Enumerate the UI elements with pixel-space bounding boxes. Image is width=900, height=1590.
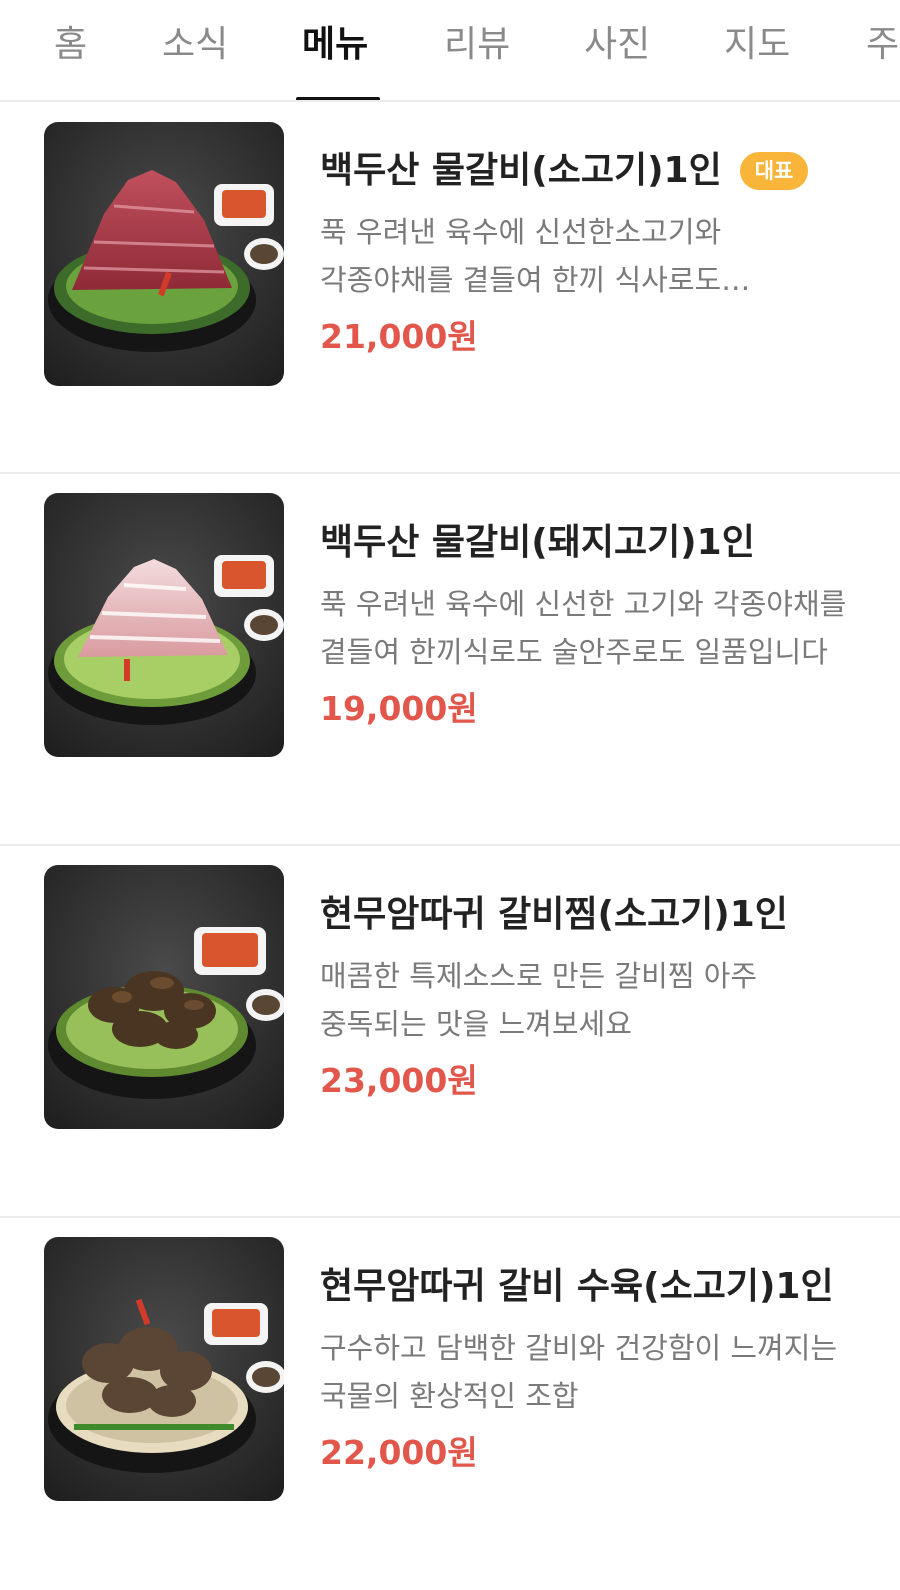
menu-item-photo xyxy=(44,122,284,386)
tab-photos[interactable]: 사진 xyxy=(584,20,650,70)
menu-item-price: 19,000원 xyxy=(320,689,478,728)
menu-item-price: 21,000원 xyxy=(320,317,478,356)
tab-bar: 홈 소식 메뉴 리뷰 사진 지도 주 xyxy=(0,0,900,102)
menu-item-name: 백두산 물갈비(돼지고기)1인 xyxy=(320,522,755,563)
tab-more[interactable]: 주 xyxy=(866,20,899,70)
tab-menu[interactable]: 메뉴 xyxy=(302,20,368,70)
tab-map[interactable]: 지도 xyxy=(724,20,790,70)
menu-item[interactable]: 백두산 물갈비(소고기)1인 대표 푹 우려낸 육수에 신선한소고기와 각종야채를… xyxy=(0,102,900,474)
tab-reviews[interactable]: 리뷰 xyxy=(444,20,510,70)
menu-item[interactable]: 현무암따귀 갈비 수육(소고기)1인 구수하고 담백한 갈비와 건강함이 느껴지… xyxy=(0,1218,900,1590)
menu-item-photo xyxy=(44,865,284,1129)
menu-item[interactable]: 백두산 물갈비(돼지고기)1인 푹 우려낸 육수에 신선한 고기와 각종야채를 … xyxy=(0,474,900,846)
menu-item-description: 푹 우려낸 육수에 신선한 고기와 각종야채를 곁들여 한끼식로도 술안주로도 … xyxy=(320,587,847,669)
signature-badge: 대표 xyxy=(739,152,809,190)
menu-item-name: 현무암따귀 갈비찜(소고기)1인 xyxy=(320,894,788,935)
tab-news[interactable]: 소식 xyxy=(162,20,228,70)
menu-item-photo xyxy=(44,1237,284,1501)
menu-list: 백두산 물갈비(소고기)1인 대표 푹 우려낸 육수에 신선한소고기와 각종야채를… xyxy=(0,102,900,1590)
menu-item-description: 매콤한 특제소스로 만든 갈비찜 아주 중독되는 맛을 느껴보세요 xyxy=(320,959,758,1041)
menu-item-description: 푹 우려낸 육수에 신선한소고기와 각종야채를 곁들여 한끼 식사로도 술안주로… xyxy=(320,215,722,297)
menu-item-name: 현무암따귀 갈비 수육(소고기)1인 xyxy=(320,1266,834,1307)
menu-item-name: 백두산 물갈비(소고기)1인 xyxy=(320,150,722,191)
menu-item-price: 22,000원 xyxy=(320,1433,478,1472)
tab-home[interactable]: 홈 xyxy=(54,20,87,70)
menu-item-price: 23,000원 xyxy=(320,1061,478,1100)
menu-item-description: 구수하고 담백한 갈비와 건강함이 느껴지는 국물의 환상적인 조합 xyxy=(320,1331,838,1413)
menu-item-photo xyxy=(44,493,284,757)
menu-item[interactable]: 현무암따귀 갈비찜(소고기)1인 매콤한 특제소스로 만든 갈비찜 아주 중독되… xyxy=(0,846,900,1218)
